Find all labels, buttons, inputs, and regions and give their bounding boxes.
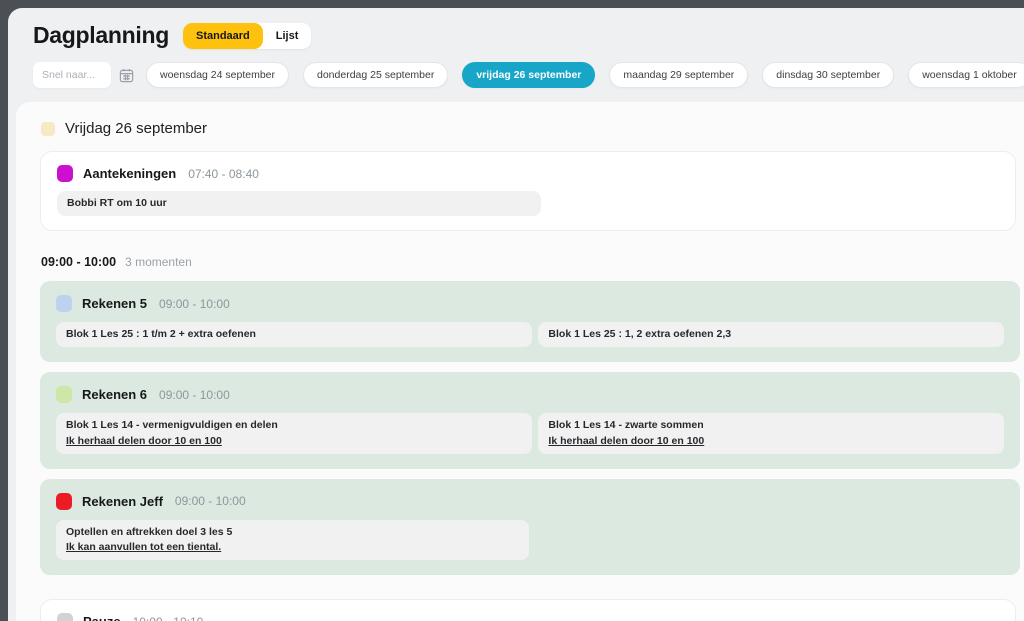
note-text: Blok 1 Les 14 - zwarte sommen [548, 418, 994, 433]
moment-time: 09:00 - 10:00 [159, 388, 230, 402]
note-field[interactable]: Optellen en aftrekken doel 3 les 5 Ik ka… [56, 520, 529, 560]
calendar-icon[interactable] [119, 66, 134, 84]
date-tab-maandag-29-september[interactable]: maandag 29 september [609, 62, 748, 88]
date-tab-dinsdag-30-september[interactable]: dinsdag 30 september [762, 62, 894, 88]
date-tab-vrijdag-26-september[interactable]: vrijdag 26 september [462, 62, 595, 88]
aantekeningen-card: Aantekeningen 07:40 - 08:40 Bobbi RT om … [40, 151, 1016, 231]
moment-header: Rekenen 5 09:00 - 10:00 [56, 295, 1004, 312]
note-field[interactable]: Bobbi RT om 10 uur [57, 191, 541, 216]
moment-time: 10:00 - 10:10 [133, 615, 204, 621]
note-field[interactable]: Blok 1 Les 25 : 1, 2 extra oefenen 2,3 [538, 322, 1004, 347]
moment-time: 09:00 - 10:00 [175, 494, 246, 508]
moment-color-chip [57, 165, 73, 182]
moment-name[interactable]: Aantekeningen [83, 166, 176, 181]
note-field[interactable]: Blok 1 Les 14 - zwarte sommen Ik herhaal… [538, 413, 1004, 453]
timeslot-header: 09:00 - 10:00 3 momenten [33, 255, 1024, 269]
toggle-standaard[interactable]: Standaard [183, 23, 263, 49]
moment-name[interactable]: Rekenen 5 [82, 296, 147, 311]
timeslot-count: 3 momenten [125, 255, 192, 269]
moment-block-rekenen-5: Rekenen 5 09:00 - 10:00 Blok 1 Les 25 : … [40, 281, 1020, 362]
notes-grid: Optellen en aftrekken doel 3 les 5 Ik ka… [56, 520, 1004, 560]
search-input[interactable] [33, 62, 111, 88]
moment-header: Rekenen Jeff 09:00 - 10:00 [56, 493, 1004, 510]
moment-header: Rekenen 6 09:00 - 10:00 [56, 386, 1004, 403]
timeslot-range: 09:00 - 10:00 [41, 255, 116, 269]
goal-link[interactable]: Ik herhaal delen door 10 en 100 [548, 434, 994, 449]
moment-block-rekenen-6: Rekenen 6 09:00 - 10:00 Blok 1 Les 14 - … [40, 372, 1020, 468]
moment-name[interactable]: Rekenen 6 [82, 387, 147, 402]
titlebar: Dagplanning Standaard Lijst [8, 8, 1024, 49]
day-color-chip [41, 122, 55, 136]
moment-color-chip [56, 493, 72, 510]
moment-header: Pauze 10:00 - 10:10 [57, 613, 999, 621]
page-title: Dagplanning [33, 22, 169, 49]
date-tab-donderdag-25-september[interactable]: donderdag 25 september [303, 62, 448, 88]
toggle-lijst[interactable]: Lijst [263, 23, 312, 49]
day-panel: Vrijdag 26 september Aantekeningen 07:40… [16, 102, 1024, 621]
moment-header: Aantekeningen 07:40 - 08:40 [57, 165, 999, 182]
note-text: Bobbi RT om 10 uur [67, 196, 531, 211]
day-heading: Vrijdag 26 september [33, 120, 1024, 137]
note-text: Blok 1 Les 25 : 1, 2 extra oefenen 2,3 [548, 327, 994, 342]
date-tab-woensdag-1-oktober[interactable]: woensdag 1 oktober [908, 62, 1024, 88]
moment-time: 09:00 - 10:00 [159, 297, 230, 311]
notes-grid: Blok 1 Les 25 : 1 t/m 2 + extra oefenen … [56, 322, 1004, 347]
day-title: Vrijdag 26 september [65, 120, 207, 137]
goal-link[interactable]: Ik kan aanvullen tot een tiental. [66, 540, 519, 555]
note-field[interactable]: Blok 1 Les 25 : 1 t/m 2 + extra oefenen [56, 322, 532, 347]
notes-grid: Blok 1 Les 14 - vermenigvuldigen en dele… [56, 413, 1004, 453]
view-toggle: Standaard Lijst [183, 23, 311, 49]
date-tab-woensdag-24-september[interactable]: woensdag 24 september [146, 62, 289, 88]
date-pills: woensdag 24 september donderdag 25 septe… [146, 62, 1024, 88]
moment-color-chip [56, 386, 72, 403]
moment-color-chip [57, 613, 73, 621]
moment-block-rekenen-jeff: Rekenen Jeff 09:00 - 10:00 Optellen en a… [40, 479, 1020, 575]
note-text: Blok 1 Les 14 - vermenigvuldigen en dele… [66, 418, 522, 433]
moment-name[interactable]: Pauze [83, 614, 121, 621]
goal-link[interactable]: Ik herhaal delen door 10 en 100 [66, 434, 522, 449]
note-text: Blok 1 Les 25 : 1 t/m 2 + extra oefenen [66, 327, 522, 342]
moment-name[interactable]: Rekenen Jeff [82, 494, 163, 509]
note-field[interactable]: Blok 1 Les 14 - vermenigvuldigen en dele… [56, 413, 532, 453]
note-text: Optellen en aftrekken doel 3 les 5 [66, 525, 519, 540]
date-navigation: woensdag 24 september donderdag 25 septe… [8, 49, 1024, 88]
moment-time: 07:40 - 08:40 [188, 167, 259, 181]
app-window: Dagplanning Standaard Lijst woensdag 24 … [8, 8, 1024, 621]
moment-color-chip [56, 295, 72, 312]
pauze-card: Pauze 10:00 - 10:10 [40, 599, 1016, 621]
